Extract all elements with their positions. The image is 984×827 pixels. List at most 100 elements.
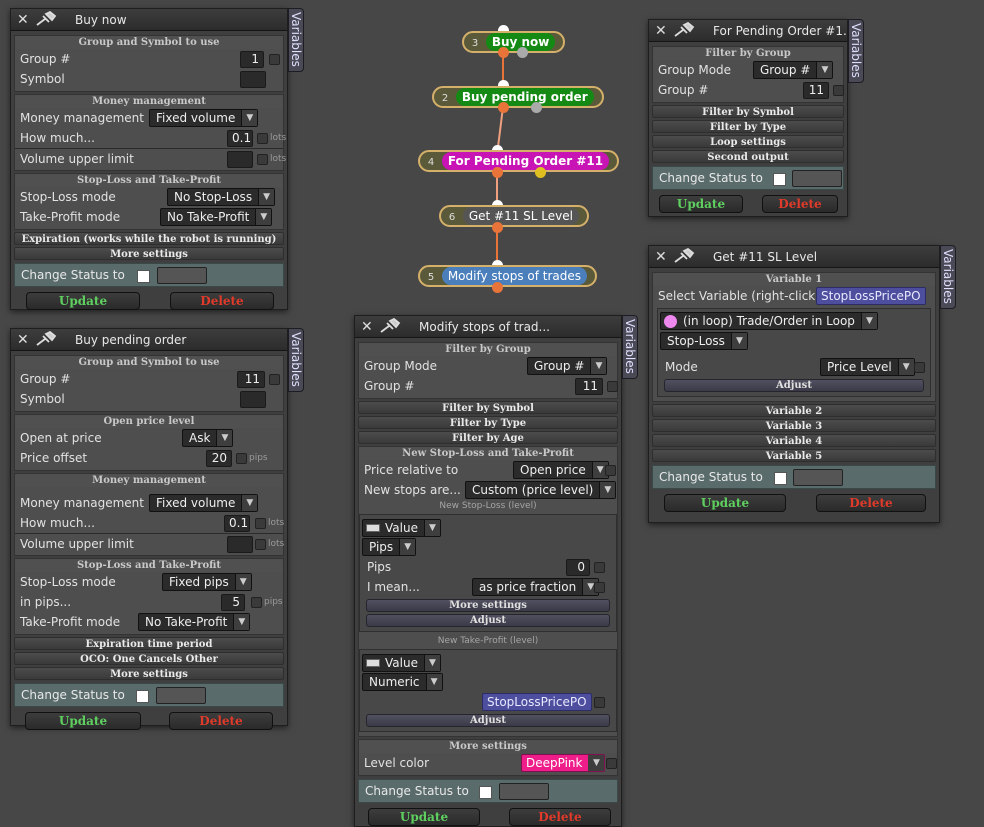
- tp-mode-dropdown[interactable]: No Take-Profit ▼: [160, 208, 273, 226]
- pips-field[interactable]: 0: [566, 559, 590, 576]
- panel-titlebar[interactable]: ✕ Buy pending order: [11, 329, 287, 351]
- level-color-checkbox[interactable]: [606, 758, 617, 769]
- price-offset-checkbox[interactable]: [236, 453, 247, 464]
- status-checkbox[interactable]: [137, 270, 150, 283]
- oco-header[interactable]: OCO: One Cancels Other: [14, 652, 284, 665]
- flow-output-dot[interactable]: [498, 102, 509, 113]
- flow-node-modify-stops[interactable]: 5 Modify stops of trades: [418, 265, 598, 287]
- filter-type-header[interactable]: Filter by Type: [652, 120, 844, 133]
- panel-titlebar[interactable]: ✕ Get #11 SL Level: [649, 246, 939, 268]
- flow-output-dot[interactable]: [492, 222, 503, 233]
- status-field[interactable]: [157, 267, 207, 284]
- panel-titlebar[interactable]: ✕ Buy now: [11, 9, 287, 31]
- volume-checkbox[interactable]: [255, 539, 266, 550]
- sl-type-dropdown[interactable]: Value ▼: [362, 519, 441, 537]
- how-much-field[interactable]: 0.1: [224, 515, 250, 532]
- variable-chip[interactable]: StopLossPricePO: [816, 287, 926, 305]
- variable-4-header[interactable]: Variable 4: [652, 434, 936, 447]
- price-offset-field[interactable]: 20: [206, 450, 232, 467]
- status-checkbox[interactable]: [479, 786, 492, 799]
- delete-button[interactable]: Delete: [170, 292, 274, 310]
- variables-tab[interactable]: Variables: [848, 19, 864, 83]
- expiration-header[interactable]: Expiration time period: [14, 637, 284, 650]
- tp-type-dropdown[interactable]: Value ▼: [362, 654, 441, 672]
- pin-icon[interactable]: [379, 318, 403, 334]
- level-color-dropdown[interactable]: DeepPink ▼: [521, 754, 606, 772]
- group-field[interactable]: 1: [240, 51, 264, 68]
- new-stops-dropdown[interactable]: Custom (price level) ▼: [465, 481, 617, 499]
- close-icon[interactable]: ✕: [655, 23, 667, 39]
- how-much-checkbox[interactable]: [257, 133, 268, 144]
- volume-field[interactable]: [227, 151, 253, 168]
- mode-dropdown[interactable]: Price Level ▼: [820, 358, 915, 376]
- source-dropdown[interactable]: (in loop) Trade/Order in Loop ▼: [660, 312, 878, 330]
- filter-age-header[interactable]: Filter by Age: [358, 431, 618, 444]
- delete-button[interactable]: Delete: [509, 808, 611, 826]
- update-button[interactable]: Update: [26, 292, 140, 310]
- pips-checkbox[interactable]: [594, 562, 605, 573]
- status-field[interactable]: [499, 783, 549, 800]
- pin-icon[interactable]: [673, 22, 697, 38]
- how-much-field[interactable]: 0.1: [227, 130, 253, 147]
- price-relative-checkbox[interactable]: [605, 465, 616, 476]
- i-mean-dropdown[interactable]: as price fraction ▼: [472, 578, 600, 596]
- update-button[interactable]: Update: [25, 712, 141, 730]
- group-field[interactable]: 11: [803, 82, 829, 99]
- variable-5-header[interactable]: Variable 5: [652, 449, 936, 462]
- status-field[interactable]: [792, 170, 842, 187]
- flow-output-dot[interactable]: [492, 282, 503, 293]
- flow-output-dot[interactable]: [492, 167, 503, 178]
- variables-tab[interactable]: Variables: [622, 315, 638, 379]
- flow-output-dot[interactable]: [517, 47, 528, 58]
- price-relative-dropdown[interactable]: Open price ▼: [513, 461, 609, 479]
- in-pips-checkbox[interactable]: [251, 597, 262, 608]
- filter-symbol-header[interactable]: Filter by Symbol: [358, 401, 618, 414]
- delete-button[interactable]: Delete: [762, 195, 838, 213]
- mm-dropdown[interactable]: Fixed volume ▼: [149, 494, 259, 512]
- flow-output-dot[interactable]: [531, 102, 542, 113]
- mm-dropdown[interactable]: Fixed volume ▼: [149, 109, 259, 127]
- panel-titlebar[interactable]: ✕ For Pending Order #1...: [649, 20, 847, 42]
- in-pips-field[interactable]: 5: [221, 594, 245, 611]
- update-button[interactable]: Update: [659, 195, 743, 213]
- group-checkbox[interactable]: [607, 381, 618, 392]
- flow-output-dot[interactable]: [535, 167, 546, 178]
- variables-tab[interactable]: Variables: [288, 328, 304, 392]
- flow-node-get-sl[interactable]: 6 Get #11 SL Level: [439, 205, 589, 227]
- filter-type-header[interactable]: Filter by Type: [358, 416, 618, 429]
- pin-icon[interactable]: [35, 11, 59, 27]
- pin-icon[interactable]: [35, 331, 59, 347]
- delete-button[interactable]: Delete: [816, 494, 926, 512]
- tp-variable-checkbox[interactable]: [594, 697, 605, 708]
- status-field[interactable]: [793, 469, 843, 486]
- kind-dropdown[interactable]: Stop-Loss ▼: [660, 332, 748, 350]
- group-checkbox[interactable]: [833, 85, 844, 96]
- variable-3-header[interactable]: Variable 3: [652, 419, 936, 432]
- delete-button[interactable]: Delete: [169, 712, 273, 730]
- sl-mode-dropdown[interactable]: Fixed pips ▼: [162, 573, 252, 591]
- variable-2-header[interactable]: Variable 2: [652, 404, 936, 417]
- more-settings-header[interactable]: More settings: [14, 247, 284, 260]
- expiration-header[interactable]: Expiration (works while the robot is run…: [14, 232, 284, 245]
- symbol-field[interactable]: [240, 391, 266, 408]
- loop-settings-header[interactable]: Loop settings: [652, 135, 844, 148]
- panel-titlebar[interactable]: ✕ Modify stops of trad...: [355, 316, 621, 338]
- volume-checkbox[interactable]: [257, 154, 268, 165]
- sl-mode-dropdown[interactable]: No Stop-Loss ▼: [167, 188, 276, 206]
- i-mean-checkbox[interactable]: [594, 582, 605, 593]
- group-field[interactable]: 11: [575, 378, 603, 395]
- group-mode-dropdown[interactable]: Group # ▼: [527, 357, 608, 375]
- update-button[interactable]: Update: [664, 494, 786, 512]
- open-price-dropdown[interactable]: Ask ▼: [182, 429, 234, 447]
- close-icon[interactable]: ✕: [655, 249, 667, 265]
- flow-output-dot[interactable]: [498, 47, 509, 58]
- tp-adjust-button[interactable]: Adjust: [366, 714, 610, 727]
- close-icon[interactable]: ✕: [17, 332, 29, 348]
- symbol-field[interactable]: [240, 71, 266, 88]
- mode-checkbox[interactable]: [914, 362, 925, 373]
- pin-icon[interactable]: [673, 248, 697, 264]
- sl-unit-dropdown[interactable]: Pips ▼: [362, 538, 417, 556]
- tp-kind-dropdown[interactable]: Numeric ▼: [362, 673, 443, 691]
- second-output-header[interactable]: Second output: [652, 150, 844, 163]
- sl-adjust-button[interactable]: Adjust: [366, 614, 610, 627]
